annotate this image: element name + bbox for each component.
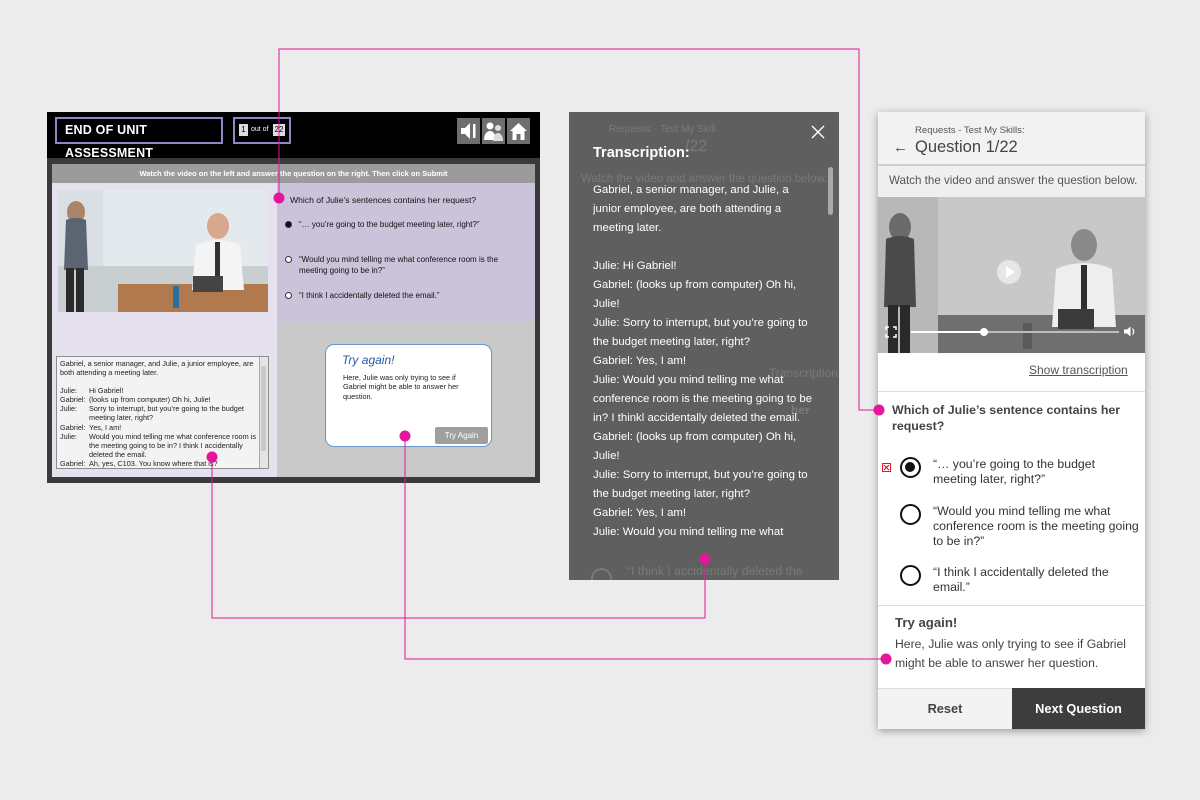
transcription-intro: Gabriel, a senior manager, and Julie, a … <box>593 184 789 234</box>
old-counter-total: 22 <box>273 124 285 136</box>
video-scene-image <box>58 190 268 312</box>
old-feedback-title: Try again! <box>342 353 395 367</box>
page-title: Question 1/22 <box>915 138 1018 156</box>
old-transcript-box[interactable]: Gabriel, a senior manager, and Julie, a … <box>56 356 269 469</box>
old-question-panel: Which of Julie’s sentences contains her … <box>277 183 535 322</box>
video-progress-fill <box>911 331 984 333</box>
play-button[interactable] <box>997 260 1021 284</box>
old-transcript-intro: Gabriel, a senior manager, and Julie, a … <box>60 359 254 378</box>
mobile-header: Requests - Test My Skills: ← Question 1/… <box>878 112 1145 166</box>
transcription-scrollbar[interactable] <box>828 167 833 215</box>
scrollbar-thumb[interactable] <box>261 366 266 451</box>
old-feedback-area: Try again! Here, Julie was only trying t… <box>277 322 535 477</box>
old-assessment-screen: END OF UNIT ASSESSMENT 1 out of 22 Watch… <box>47 112 540 483</box>
old-question-text: Which of Julie’s sentences contains her … <box>290 195 477 205</box>
old-transcript-scrollbar[interactable] <box>259 357 268 468</box>
transcription-line: Gabriel: Yes, I am! <box>593 355 687 367</box>
answer-option-2[interactable]: “Would you mind telling me what conferen… <box>900 504 1140 549</box>
radio-button[interactable] <box>285 256 292 263</box>
old-option-2[interactable]: “Would you mind telling me what conferen… <box>285 255 525 276</box>
transcription-line: Julie: Would you mind telling me what co… <box>593 526 784 538</box>
mobile-question-screen: Requests - Test My Skills: ← Question 1/… <box>878 112 1145 729</box>
divider <box>878 391 1145 392</box>
old-content-area: Watch the video on the left and answer t… <box>52 164 535 477</box>
transcription-title: Transcription: <box>593 145 690 161</box>
old-feedback-text: Here, Julie was only trying to see if Ga… <box>343 373 459 401</box>
video-scrubber-handle[interactable] <box>979 328 988 336</box>
old-left-column: Gabriel, a senior manager, and Julie, a … <box>52 183 277 477</box>
divider <box>878 605 1145 606</box>
old-transcript-line: Gabriel: Yes, I am! <box>60 422 122 432</box>
instruction-text: Watch the video and answer the question … <box>878 166 1145 197</box>
answer-option-1[interactable]: “… you’re going to the budget meeting la… <box>900 457 1140 487</box>
bg-breadcrumb: Requests - Test My Skill <box>609 124 716 135</box>
old-option-3[interactable]: “I think I accidentally deleted the emai… <box>285 291 525 302</box>
transcription-text: Gabriel, a senior manager, and Julie, a … <box>593 181 819 539</box>
volume-icon[interactable] <box>1122 324 1137 339</box>
bg-option-fragment: “I think I accidentally deleted the <box>627 564 803 578</box>
radio-button[interactable] <box>900 565 921 586</box>
old-question-counter: 1 out of 22 <box>233 117 291 144</box>
transcription-line: Julie: Hi Gabriel! <box>593 260 677 272</box>
transcription-line: Gabriel: (looks up from computer) Oh hi,… <box>593 279 797 310</box>
radio-button[interactable] <box>900 457 921 478</box>
try-again-button[interactable]: Try Again <box>435 427 488 444</box>
old-transcript-line: Gabriel: (looks up from computer) Oh hi, … <box>60 395 211 405</box>
question-text: Which of Julie’s sentence contains her r… <box>892 403 1121 433</box>
old-transcript-line: Julie: Would you mind telling me what con… <box>60 431 256 459</box>
transcription-line: Julie: Sorry to interrupt, but you’re go… <box>593 317 808 348</box>
transcription-line: Julie: Would you mind telling me what co… <box>593 374 813 424</box>
video-player[interactable] <box>878 197 1145 353</box>
home-icon[interactable] <box>507 118 530 144</box>
play-icon <box>1006 266 1015 278</box>
old-top-bar: END OF UNIT ASSESSMENT 1 out of 22 <box>47 112 540 160</box>
back-arrow-icon[interactable]: ← <box>893 139 908 156</box>
old-feedback-popup: Try again! Here, Julie was only trying t… <box>325 344 492 447</box>
incorrect-mark-icon <box>882 463 891 472</box>
radio-button[interactable] <box>900 504 921 525</box>
radio-button[interactable] <box>285 292 292 299</box>
radio-button[interactable] <box>285 221 292 228</box>
old-counter-of-label: out of <box>251 126 269 133</box>
close-icon[interactable] <box>810 124 826 140</box>
old-video-player[interactable] <box>58 190 268 312</box>
transcription-line: Julie: Sorry to interrupt, but you’re go… <box>593 469 808 500</box>
transcription-overlay: Requests - Test My Skill /22 Watch the v… <box>569 112 839 580</box>
fullscreen-icon[interactable] <box>885 326 897 338</box>
show-transcription-link[interactable]: Show transcription <box>1029 363 1128 377</box>
answer-option-3[interactable]: “I think I accidentally deleted the emai… <box>900 565 1140 595</box>
old-transcript-line: Julie: Hi Gabriel! <box>60 386 124 396</box>
transcription-line: Gabriel: Yes, I am! <box>593 507 687 519</box>
reset-button[interactable]: Reset <box>878 688 1012 729</box>
breadcrumb: Requests - Test My Skills: <box>915 125 1025 136</box>
old-counter-current: 1 <box>239 124 248 136</box>
old-instruction-bar: Watch the video on the left and answer t… <box>52 164 535 183</box>
speaker-icon[interactable] <box>457 118 480 144</box>
people-icon[interactable] <box>482 118 505 144</box>
old-assessment-title: END OF UNIT ASSESSMENT <box>55 117 223 160</box>
feedback-title: Try again! <box>895 615 958 630</box>
old-transcript-line: Julie: Sorry to interrupt, but you’re goi… <box>60 404 244 423</box>
bg-radio <box>591 568 612 580</box>
video-progress-track[interactable] <box>911 328 1119 336</box>
old-transcript-line: Gabriel: Ah, yes, C103. You know where th… <box>60 458 218 468</box>
next-question-button[interactable]: Next Question <box>1012 688 1145 729</box>
feedback-text: Here, Julie was only trying to see if Ga… <box>895 637 1126 670</box>
old-option-1[interactable]: “… you’re going to the budget meeting la… <box>285 220 525 231</box>
transcription-line: Gabriel: (looks up from computer) Oh hi,… <box>593 431 797 462</box>
